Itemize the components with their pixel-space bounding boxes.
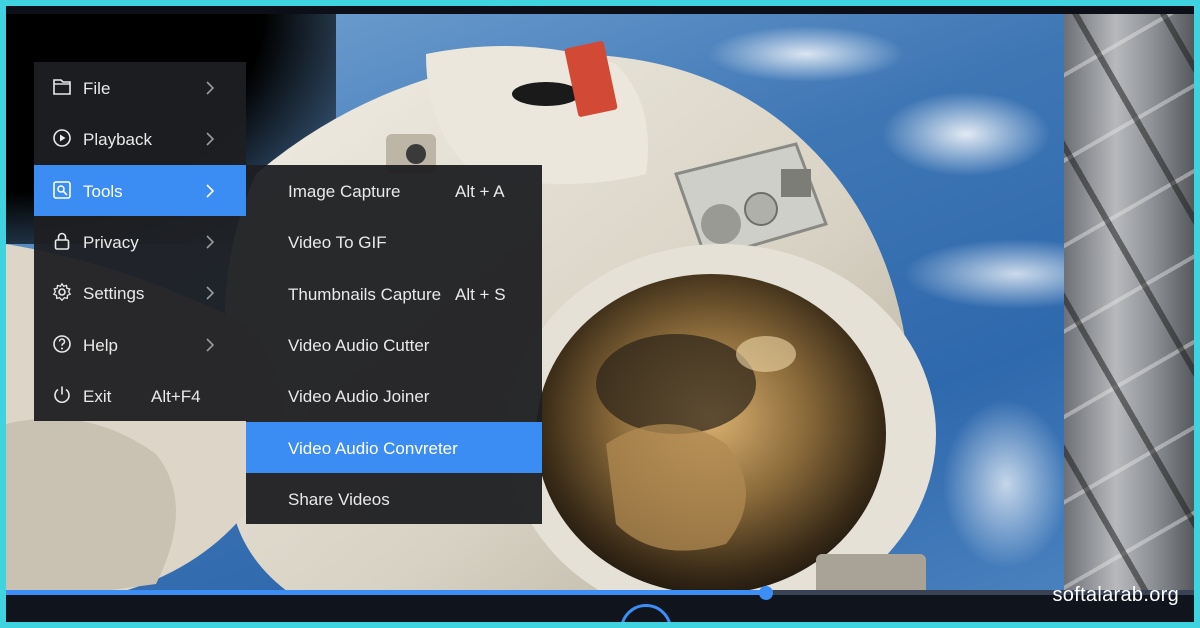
folder-icon xyxy=(53,79,71,95)
submenu-item-label: Video Audio Convreter xyxy=(288,439,458,458)
submenu-item-shortcut: Alt + A xyxy=(455,182,505,201)
submenu-item-thumbnails-capture[interactable]: Thumbnails Capture Alt + S xyxy=(246,268,542,319)
progress-track[interactable] xyxy=(6,590,1194,595)
power-icon xyxy=(54,386,70,403)
submenu-item-label: Share Videos xyxy=(288,490,390,509)
lock-icon xyxy=(54,232,70,250)
submenu-item-label: Video Audio Joiner xyxy=(288,387,430,406)
chevron-right-icon xyxy=(206,235,215,249)
progress-handle[interactable] xyxy=(759,586,774,600)
menu-item-exit[interactable]: Exit Alt+F4 xyxy=(34,370,246,421)
submenu-item-image-capture[interactable]: Image Capture Alt + A xyxy=(246,165,542,216)
submenu-item-label: Thumbnails Capture xyxy=(288,285,442,304)
menu-item-label: Playback xyxy=(83,130,152,149)
menu-item-playback[interactable]: Playback xyxy=(34,113,246,164)
menu-item-label: Exit xyxy=(83,387,112,406)
player-controls-bar xyxy=(6,586,1194,622)
submenu-item-video-audio-cutter[interactable]: Video Audio Cutter xyxy=(246,319,542,370)
gear-icon xyxy=(52,282,72,302)
chevron-right-icon xyxy=(206,132,215,146)
menu-item-file[interactable]: File xyxy=(34,62,246,113)
submenu-item-share-videos[interactable]: Share Videos xyxy=(246,473,542,524)
watermark-text: softalarab.org xyxy=(1052,584,1179,606)
chevron-right-icon xyxy=(206,184,215,198)
submenu-item-label: Video Audio Cutter xyxy=(288,336,430,355)
menu-item-settings[interactable]: Settings xyxy=(34,267,246,318)
submenu-item-video-to-gif[interactable]: Video To GIF xyxy=(246,216,542,267)
question-circle-icon xyxy=(53,335,71,353)
screen-capture-icon xyxy=(53,181,71,199)
menu-item-label: File xyxy=(83,79,111,98)
submenu-item-label: Video To GIF xyxy=(288,233,387,252)
context-menu: File Playback Tools Privacy Settings Hel… xyxy=(34,62,246,421)
menu-item-privacy[interactable]: Privacy xyxy=(34,216,246,267)
submenu-item-shortcut: Alt + S xyxy=(455,285,506,304)
chevron-right-icon xyxy=(206,286,215,300)
menu-item-label: Help xyxy=(83,336,118,355)
chevron-right-icon xyxy=(206,81,215,95)
menu-item-shortcut: Alt+F4 xyxy=(151,387,201,406)
menu-item-label: Tools xyxy=(83,182,123,201)
space-station-module xyxy=(1064,14,1194,596)
video-player-window: File Playback Tools Privacy Settings Hel… xyxy=(6,6,1194,622)
menu-item-label: Settings xyxy=(83,284,145,303)
menu-item-help[interactable]: Help xyxy=(34,319,246,370)
submenu-item-label: Image Capture xyxy=(288,182,401,201)
submenu-item-video-audio-converter[interactable]: Video Audio Convreter xyxy=(246,422,542,473)
submenu-item-video-audio-joiner[interactable]: Video Audio Joiner xyxy=(246,370,542,421)
menu-item-tools[interactable]: Tools xyxy=(34,165,246,216)
chevron-right-icon xyxy=(206,338,215,352)
tools-submenu: Image Capture Alt + A Video To GIF Thumb… xyxy=(246,165,542,524)
play-pause-button[interactable] xyxy=(620,604,672,622)
progress-fill xyxy=(6,590,767,595)
menu-item-label: Privacy xyxy=(83,233,139,252)
play-circle-icon xyxy=(53,129,71,147)
